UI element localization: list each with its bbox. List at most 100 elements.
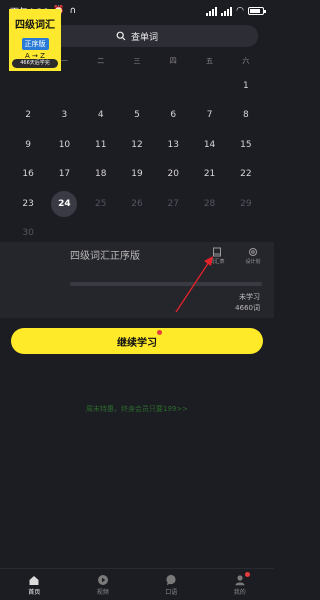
vocab-list-button[interactable]: 词汇表 [204,247,230,265]
calendar-blank [119,71,155,101]
calendar-day-label: 20 [167,169,179,180]
calendar-day-label: 2 [25,110,31,121]
set-plan-button[interactable]: 设计划 [240,247,266,265]
calendar-day[interactable]: 8 [228,101,264,131]
battery-icon [248,7,266,15]
book-title[interactable]: 四级词汇正序版 [70,247,140,262]
word-count: 4660词 [235,304,260,312]
calendar-day-label: 16 [22,169,34,180]
unlearned-label: 未学习 [239,293,260,301]
calendar-day-label: 14 [203,139,216,150]
calendar-blank [10,71,46,101]
calendar-day-label: 18 [94,169,107,180]
weekday-fri: 五 [206,57,214,65]
calendar-day[interactable]: 28 [191,189,227,219]
signal-icon-2 [221,6,233,16]
calendar-day[interactable]: 16 [10,160,46,190]
calendar-day[interactable]: 2 [10,101,46,131]
weekday-thu: 四 [169,57,177,65]
bottom-tab-bar: 首页 视频 口语 我的 [0,568,274,600]
tab-speaking-label: 口语 [165,588,178,596]
calendar-day[interactable]: 15 [228,130,264,160]
calendar-day-label: 7 [206,110,213,121]
calendar-day-label: 19 [131,169,143,180]
calendar-blank [83,71,119,101]
tab-speaking[interactable]: 口语 [137,569,206,600]
calendar-day[interactable]: 10 [46,130,82,160]
continue-learning-button[interactable]: 继续学习 [11,328,263,354]
calendar-day-today[interactable]: 24 [46,189,82,219]
calendar-day-label: 15 [240,139,252,150]
calendar-day-label: 29 [240,198,252,209]
calendar-day[interactable]: 7 [191,101,227,131]
home-icon [29,575,39,585]
signal-icon [206,6,218,16]
promo-link[interactable]: 周末特惠，终身会员只要199>> [0,404,274,414]
calendar-day-label: 17 [58,169,71,180]
calendar-day[interactable]: 9 [10,130,46,160]
user-icon [235,574,245,585]
calendar-day[interactable]: 3 [46,101,82,131]
status-right: ◠ [206,6,266,16]
calendar-day-label: 8 [242,110,249,121]
calendar-day-label: 1 [242,80,249,91]
wifi-icon: ◠ [236,6,244,16]
calendar-day-label: 11 [94,139,107,150]
tab-video-label: 视频 [96,588,109,596]
vocab-list-label: 词汇表 [209,259,225,265]
calendar-day-label: 4 [97,110,104,121]
calendar-day[interactable]: 17 [46,160,82,190]
chat-icon [166,574,176,585]
tab-home-label: 首页 [28,588,41,596]
calendar-day[interactable]: 1 [228,71,264,101]
search-label: 查单词 [130,32,158,43]
cover-badge: 正序版 [21,38,49,50]
calendar-day[interactable]: 20 [155,160,191,190]
calendar-grid: 1 2 3 4 5 6 7 8 9 10 11 12 13 14 15 16 17 18 19 20 21 22 23 24 2… [10,71,264,248]
tab-home[interactable]: 首页 [0,569,69,600]
calendar-blank [46,71,82,101]
tab-me[interactable]: 我的 [206,569,275,600]
calendar-day[interactable]: 4 [83,101,119,131]
calendar-day[interactable]: 11 [83,130,119,160]
notification-dot [244,572,250,577]
calendar-day[interactable]: 25 [83,189,119,219]
calendar-day[interactable]: 21 [191,160,227,190]
calendar-day[interactable]: 12 [119,130,155,160]
set-plan-label: 设计划 [245,259,261,265]
calendar-day[interactable]: 26 [119,189,155,219]
tab-video[interactable]: 视频 [69,569,138,600]
book-cover[interactable]: 四级词汇 正序版 A → Z 466天后学完 [9,9,61,71]
calendar-day-label: 6 [170,110,177,121]
weekday-wed: 三 [133,57,141,65]
calendar-day[interactable]: 5 [119,101,155,131]
notification-dot [157,330,162,335]
calendar-day[interactable]: 27 [155,189,191,219]
calendar-day[interactable]: 19 [119,160,155,190]
weekday-sat: 六 [242,57,250,65]
play-icon [97,574,108,585]
gear-icon [249,248,257,256]
calendar-blank [155,71,191,101]
calendar-day-label: 5 [134,110,140,121]
tab-me-label: 我的 [233,588,246,596]
calendar-day-label: 9 [25,139,31,150]
calendar-day-label: 12 [131,139,143,150]
calendar-day[interactable]: 29 [228,189,264,219]
calendar-day[interactable]: 18 [83,160,119,190]
calendar-day-label: 3 [61,110,68,121]
calendar-day-label: 30 [22,228,34,239]
headphones-icon: ∩ [69,6,77,16]
calendar-day-label: 28 [203,198,216,209]
book-icon [213,247,221,257]
calendar-day[interactable]: 23 [10,189,46,219]
calendar-blank [191,71,227,101]
calendar-day[interactable]: 22 [228,160,264,190]
calendar-day-label: 13 [167,139,179,150]
calendar-day[interactable]: 6 [155,101,191,131]
calendar-day-label: 23 [22,198,34,209]
calendar-day[interactable]: 13 [155,130,191,160]
calendar-day-label: 21 [203,169,216,180]
calendar-day[interactable]: 14 [191,130,227,160]
search-icon [116,31,126,41]
